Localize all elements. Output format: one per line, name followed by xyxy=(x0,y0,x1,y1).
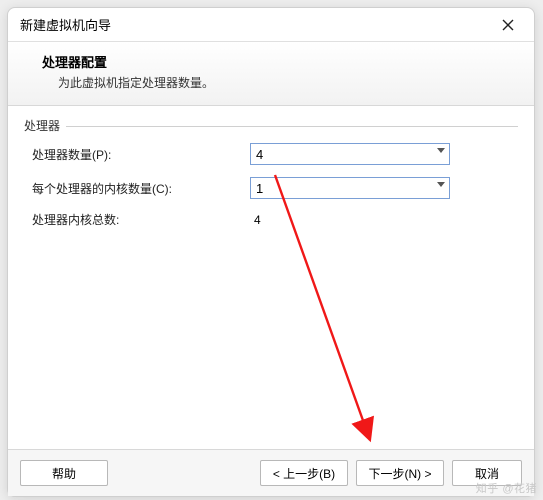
titlebar: 新建虚拟机向导 xyxy=(8,8,534,42)
label-total: 处理器内核总数: xyxy=(32,211,250,228)
help-button[interactable]: 帮助 xyxy=(20,460,108,486)
back-button[interactable]: < 上一步(B) xyxy=(260,460,348,486)
processors-combobox[interactable]: 4 xyxy=(250,143,450,165)
wizard-footer: 帮助 < 上一步(B) 下一步(N) > 取消 xyxy=(8,449,534,496)
total-value: 4 xyxy=(250,213,261,227)
cancel-label: 取消 xyxy=(475,465,499,482)
next-label: 下一步(N) > xyxy=(368,465,431,482)
wizard-body: 处理器 处理器数量(P): 4 每个处理器的内核数量(C): 1 处理器内核总数… xyxy=(8,106,534,449)
cores-value: 1 xyxy=(256,181,263,196)
row-processors: 处理器数量(P): 4 xyxy=(32,143,518,165)
processors-group: 处理器 处理器数量(P): 4 每个处理器的内核数量(C): 1 处理器内核总数… xyxy=(24,126,518,228)
chevron-down-icon xyxy=(437,148,445,153)
next-button[interactable]: 下一步(N) > xyxy=(356,460,444,486)
dialog-title: 新建虚拟机向导 xyxy=(20,15,494,34)
header-subtitle: 为此虚拟机指定处理器数量。 xyxy=(42,74,518,91)
watermark: 知乎 @花猪 xyxy=(476,480,537,496)
group-label: 处理器 xyxy=(24,117,66,134)
cores-combobox[interactable]: 1 xyxy=(250,177,450,199)
close-icon[interactable] xyxy=(494,13,522,37)
row-total: 处理器内核总数: 4 xyxy=(32,211,518,228)
header-title: 处理器配置 xyxy=(42,52,518,71)
row-cores: 每个处理器的内核数量(C): 1 xyxy=(32,177,518,199)
label-processors: 处理器数量(P): xyxy=(32,146,250,163)
processors-value: 4 xyxy=(256,147,263,162)
chevron-down-icon xyxy=(437,182,445,187)
wizard-header: 处理器配置 为此虚拟机指定处理器数量。 xyxy=(8,42,534,106)
back-label: < 上一步(B) xyxy=(273,465,335,482)
wizard-dialog: 新建虚拟机向导 处理器配置 为此虚拟机指定处理器数量。 处理器 处理器数量(P)… xyxy=(7,7,535,497)
label-cores: 每个处理器的内核数量(C): xyxy=(32,180,250,197)
help-label: 帮助 xyxy=(52,465,76,482)
